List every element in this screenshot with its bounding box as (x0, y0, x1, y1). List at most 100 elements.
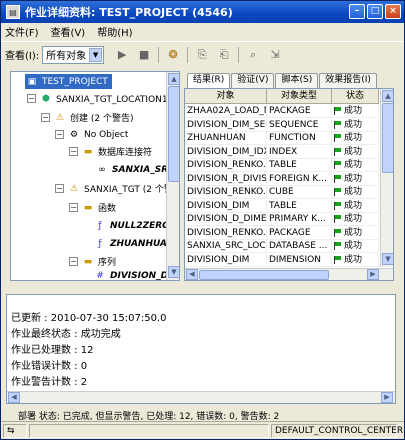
tree-node[interactable]: ⚠ 创建 (2 个警告) (53, 110, 134, 125)
tree-node[interactable]: ▬ 函数 (81, 200, 116, 215)
scroll-down-icon[interactable]: ▼ (382, 253, 393, 265)
grid-header: 对象 对象类型 状态 (185, 89, 379, 104)
tab-impact-report[interactable]: 效果报告(I) (319, 73, 377, 88)
refresh-icon[interactable]: ❂ (165, 47, 181, 63)
column-header-status[interactable]: 状态 (332, 89, 379, 103)
window-controls: – □ × (349, 4, 401, 19)
tree-node[interactable]: ƒ NULL2ZERO (93, 218, 169, 233)
grid-vertical-scrollbar[interactable]: ▲ ▼ (380, 89, 393, 267)
scroll-thumb[interactable] (382, 103, 393, 173)
tree-node[interactable]: ▬ 序列 (81, 254, 116, 269)
pane-splitter[interactable] (6, 287, 396, 292)
tree-node[interactable]: # DIVISION_DI (93, 268, 171, 281)
table-row[interactable]: DIVISION_D_DIME... PRIMARY K... 成功 (185, 213, 379, 226)
scroll-thumb[interactable] (199, 270, 329, 280)
tab-results[interactable]: 结果(R) (187, 73, 231, 89)
tree-vertical-scrollbar[interactable]: ▲ ▼ (166, 72, 179, 280)
tree-expander[interactable]: − (69, 203, 78, 212)
dblink-icon: ∞ (98, 164, 106, 175)
log-line: 作业已处理数 : 12 (11, 345, 94, 356)
status-cell: 成功 (332, 199, 379, 212)
table-row[interactable]: DIVISION_RENKO... PACKAGE 成功 (185, 226, 379, 240)
object-type-cell: DATABASE ... (267, 240, 332, 252)
toolbar-separator (187, 46, 189, 63)
tree-node[interactable]: ⬢ SANXIA_TGT_LOCATION1 (2 个 (39, 91, 179, 106)
column-header-object[interactable]: 对象 (185, 89, 267, 103)
maximize-icon[interactable]: □ (367, 4, 383, 19)
table-row[interactable]: DIVISION_DIM_SEQ SEQUENCE 成功 (185, 118, 379, 132)
success-flag-icon (334, 242, 342, 250)
tree-expander[interactable]: − (41, 113, 50, 122)
log-line: 作业最终状态 : 成功完成 (11, 329, 121, 340)
find-icon[interactable]: ⌕ (245, 47, 261, 63)
scroll-right-icon[interactable]: ▶ (381, 392, 393, 403)
table-row[interactable]: ZHAA02A_LOAD_M...PACKAGE 成功 (185, 105, 379, 118)
status-text: 成功 (344, 160, 363, 170)
play-icon[interactable]: ▶ (114, 47, 130, 63)
table-row[interactable]: DIVISION_DIM_IDX INDEX 成功 (185, 145, 379, 159)
tab-validation[interactable]: 验证(V) (231, 73, 275, 88)
scroll-up-icon[interactable]: ▲ (382, 90, 393, 102)
tab-script[interactable]: 脚本(S) (275, 73, 319, 88)
status-cell: 成功 (332, 253, 379, 266)
minimize-icon[interactable]: – (349, 4, 365, 19)
folder-icon: ▬ (83, 256, 93, 267)
toolbar-separator (158, 46, 160, 63)
toolbar-separator (238, 46, 240, 63)
scroll-down-icon[interactable]: ▼ (168, 266, 179, 278)
create-icon: ⚠ (55, 112, 65, 123)
object-tree[interactable]: ▣ TEST_PROJECT − ⬢ SANXIA_TGT_LOCATION1 … (10, 71, 180, 281)
log-line: 作业警告计数 : 2 (11, 377, 88, 388)
status-text: 成功 (344, 227, 363, 238)
stop-icon[interactable]: ■ (136, 47, 152, 63)
tree-expander[interactable]: − (55, 184, 64, 193)
table-row[interactable]: DIVISION_R_DIVIS... FOREIGN K... 成功 (185, 172, 379, 186)
expand-tree-icon[interactable]: ⎘ (194, 47, 210, 63)
object-filter-select[interactable]: 所有对象 ▼ (42, 45, 105, 64)
status-cell: 成功 (332, 172, 379, 185)
tree-expander[interactable]: − (55, 130, 64, 139)
log-horizontal-scrollbar[interactable]: ◀ ▶ (7, 391, 395, 403)
table-row[interactable]: DIVISION_RENKO... TABLE 成功 (185, 159, 379, 172)
scroll-left-icon[interactable]: ◀ (8, 392, 20, 403)
table-row[interactable]: SANXIA_SRC_LOC... DATABASE ... 成功 (185, 240, 379, 253)
tree-node[interactable]: ▣ TEST_PROJECT (25, 74, 112, 89)
object-type-cell: FUNCTION (267, 132, 332, 144)
collapse-tree-icon[interactable]: ⎗ (216, 47, 232, 63)
table-row[interactable]: DIVISION_DIM TABLE 成功 (185, 199, 379, 213)
tree-expander[interactable]: − (27, 94, 36, 103)
chevron-down-icon[interactable]: ▼ (89, 47, 103, 62)
object-type-cell: PRIMARY K... (267, 213, 332, 225)
grid-horizontal-scrollbar[interactable]: ◀ ▶ (185, 268, 393, 280)
module-icon: ⚠ (69, 183, 79, 194)
next-icon[interactable]: ⇲ (267, 47, 283, 63)
tree-expander[interactable]: − (69, 257, 78, 266)
status-cell: 成功 (332, 132, 379, 144)
tree-node[interactable]: ⚠ SANXIA_TGT (2 个警告) (67, 181, 179, 196)
table-row[interactable]: DIVISION_DIM DIMENSION 成功 (185, 253, 379, 267)
tree-node[interactable]: ∞ SANXIA_SRC (95, 162, 175, 177)
object-name-cell: DIVISION_DIM (185, 253, 267, 266)
scroll-left-icon[interactable]: ◀ (186, 269, 198, 280)
tree-expander[interactable]: − (69, 147, 78, 156)
object-name-cell: SANXIA_SRC_LOC... (187, 240, 267, 252)
status-text: 成功 (344, 241, 363, 251)
menu-view[interactable]: 查看(V) (51, 24, 86, 39)
status-cell: 成功 (332, 159, 379, 171)
table-row[interactable]: DIVISION_RENKO... CUBE 成功 (185, 186, 379, 199)
tree-node[interactable]: ▬ 数据库连接符 (81, 144, 152, 159)
scroll-thumb[interactable] (168, 86, 179, 182)
menu-help[interactable]: 帮助(H) (97, 24, 132, 39)
scroll-up-icon[interactable]: ▲ (168, 73, 179, 85)
title-bar[interactable]: ▤ 作业详细资料: TEST_PROJECT (4546) – □ × (1, 1, 404, 23)
status-bar: ⇆ DEFAULT_CONTROL_CENTER (1, 421, 404, 439)
table-row[interactable]: ZHUANHUAN FUNCTION 成功 (185, 132, 379, 145)
results-grid[interactable]: 对象 对象类型 状态 ZHAA02A_LOAD_M...PACKAGE成功DIV… (184, 88, 394, 281)
tree-node[interactable]: ⚙ No Object (67, 127, 128, 142)
scroll-right-icon[interactable]: ▶ (367, 269, 379, 280)
object-name-cell: DIVISION_RENKO... (187, 226, 267, 239)
tree-node[interactable]: ƒ ZHUANHUAN (93, 236, 174, 251)
close-icon[interactable]: × (385, 4, 401, 19)
menu-file[interactable]: 文件(F) (5, 24, 39, 39)
column-header-type[interactable]: 对象类型 (267, 89, 332, 103)
